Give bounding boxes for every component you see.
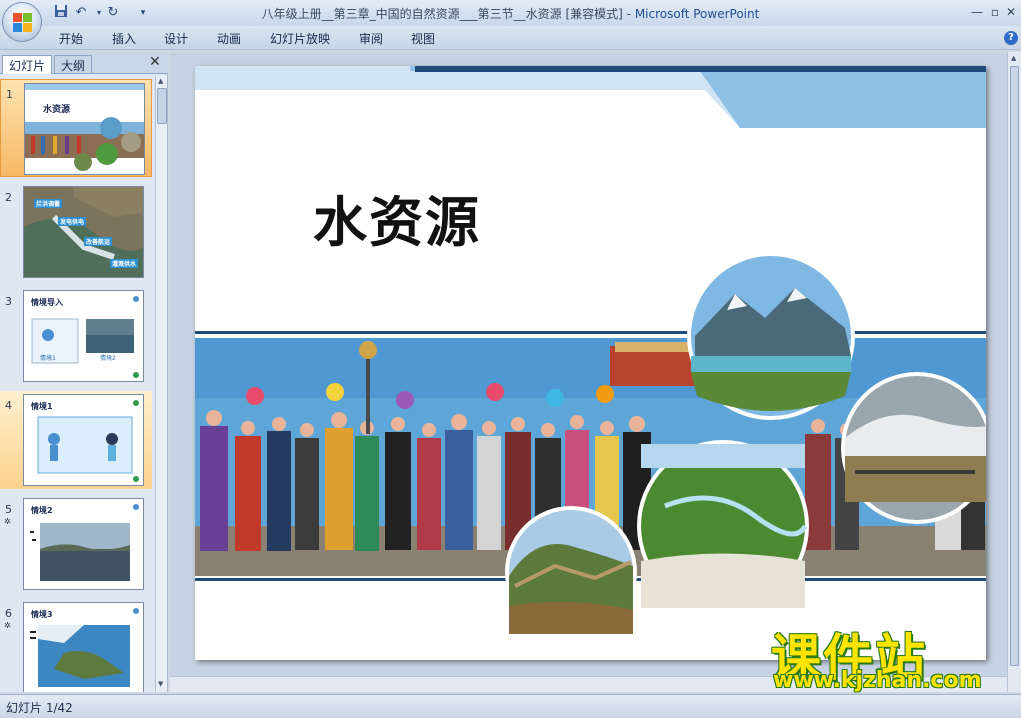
slide-editor: 水资源 ▲ [170, 52, 1021, 692]
thumbnail-title: 水资源 [43, 105, 71, 115]
close-window-icon[interactable]: ✕ [1000, 3, 1021, 21]
editor-vertical-scrollbar[interactable]: ▲ [1007, 52, 1021, 692]
scrollbar-thumb[interactable] [1010, 66, 1019, 666]
thumbnail-number: 3 [5, 295, 12, 308]
thumbnail-title: 情境3 [31, 610, 53, 619]
thumbnail-title: 情境导入 [31, 298, 63, 307]
document-title: 八年级上册__第三章_中国的自然资源___第三节__水资源 [兼容模式] - [261, 7, 635, 21]
thumbnail-number: 2 [5, 191, 12, 204]
thumbnail-label: 灌溉供水 [110, 259, 139, 268]
thumbnail-number: 1 [6, 88, 13, 101]
tab-design[interactable]: 设计 [164, 30, 188, 47]
thumbnail-image: 水资源 [24, 83, 145, 175]
tab-review[interactable]: 审阅 [359, 30, 383, 47]
status-bar: 幻灯片 1/42 [0, 694, 1021, 718]
scroll-up-icon[interactable]: ▲ [1011, 54, 1016, 62]
thumbnail-slide-5[interactable]: 5 ✲ 情境2 [0, 495, 152, 593]
thumbnail-list: 1 水资源 2 拦洪调蓄 发电供电 改善航运 灌溉供水 3 情境导入 情境1 情… [0, 76, 155, 692]
close-pane-icon[interactable]: ✕ [149, 54, 161, 70]
thumbnail-number: 6 [5, 607, 12, 620]
tab-outline[interactable]: 大纲 [54, 55, 93, 74]
slide-background [195, 66, 986, 638]
animation-star-icon: ✲ [4, 517, 11, 526]
thumbnail-slide-1[interactable]: 1 水资源 [0, 79, 152, 177]
scrollbar-thumb[interactable] [157, 88, 167, 124]
animation-star-icon: ✲ [4, 621, 11, 630]
thumbnail-image: 拦洪调蓄 发电供电 改善航运 灌溉供水 [23, 186, 144, 278]
thumbnail-caption: 情境2 [100, 355, 116, 362]
tab-animations[interactable]: 动画 [217, 30, 241, 47]
slide-counter: 幻灯片 1/42 [6, 701, 73, 715]
thumbnail-scrollbar[interactable]: ▲ ▼ [155, 76, 167, 692]
window-title: 八年级上册__第三章_中国的自然资源___第三节__水资源 [兼容模式] - M… [0, 5, 1021, 22]
ribbon-tab-bar: 开始 插入 设计 动画 幻灯片放映 审阅 视图 [0, 26, 1021, 50]
thumbnail-label: 改善航运 [84, 237, 113, 246]
thumbnail-number: 4 [5, 399, 12, 412]
thumbnail-slide-4[interactable]: 4 情境1 [0, 391, 152, 489]
thumbnail-title: 情境1 [31, 402, 53, 411]
watermark: 课件站 www.kjzhan.com [771, 618, 1011, 696]
scroll-down-icon[interactable]: ▼ [158, 680, 163, 688]
office-button[interactable] [2, 2, 42, 42]
help-icon[interactable]: ? [1004, 31, 1018, 45]
tab-view[interactable]: 视图 [411, 30, 435, 47]
tab-insert[interactable]: 插入 [112, 30, 136, 47]
current-slide[interactable]: 水资源 [195, 66, 986, 660]
watermark-url: www.kjzhan.com [773, 668, 982, 693]
thumbnail-slide-6[interactable]: 6 ✲ 情境3 [0, 599, 152, 692]
app-name: Microsoft PowerPoint [634, 7, 760, 21]
thumbnail-image: 情境导入 情境1 情境2 [23, 290, 144, 382]
tab-slides[interactable]: 幻灯片 [2, 55, 53, 74]
title-bar: ↶ ▾ ↻ ▾ 八年级上册__第三章_中国的自然资源___第三节__水资源 [兼… [0, 0, 1021, 26]
tab-slideshow[interactable]: 幻灯片放映 [270, 30, 330, 47]
tab-home[interactable]: 开始 [59, 30, 83, 47]
slide-title[interactable]: 水资源 [313, 178, 481, 257]
thumbnail-number: 5 [5, 503, 12, 516]
thumbnail-slide-2[interactable]: 2 拦洪调蓄 发电供电 改善航运 灌溉供水 [0, 183, 152, 281]
thumbnail-title: 情境2 [31, 506, 53, 515]
office-logo-icon [13, 13, 33, 33]
thumbnail-label: 发电供电 [58, 217, 87, 226]
thumbnail-label: 拦洪调蓄 [34, 199, 63, 208]
thumbnail-caption: 情境1 [40, 355, 56, 362]
thumbnail-image: 情境3 [23, 602, 144, 692]
thumbnail-image: 情境2 [23, 498, 144, 590]
scroll-up-icon[interactable]: ▲ [158, 77, 163, 85]
thumbnail-slide-3[interactable]: 3 情境导入 情境1 情境2 [0, 287, 152, 385]
thumbnail-image: 情境1 [23, 394, 144, 486]
slides-pane: 幻灯片 大纲 ✕ 1 水资源 2 拦洪调蓄 发电供电 改善航运 灌溉供水 3 情… [0, 52, 168, 692]
pane-tab-bar: 幻灯片 大纲 ✕ [0, 52, 168, 74]
